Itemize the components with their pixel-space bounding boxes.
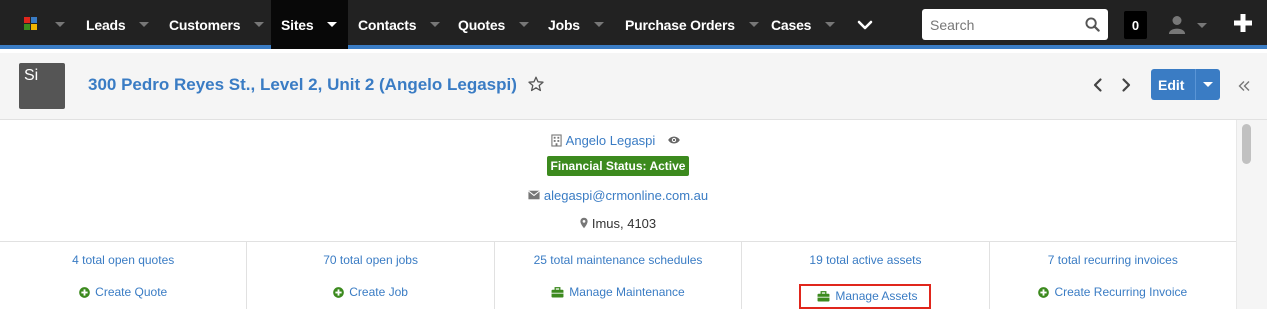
collapse-panel-double-chevron-icon[interactable] xyxy=(1238,80,1250,92)
nav-leads-label: Leads xyxy=(86,16,126,33)
nav-sites-label: Sites xyxy=(281,16,314,33)
nav-purchase-orders-label: Purchase Orders xyxy=(625,16,735,33)
customer-line: Angelo Legaspi xyxy=(0,131,1236,149)
search-box xyxy=(922,9,1108,40)
user-menu[interactable] xyxy=(1168,14,1210,36)
nav-quotes[interactable]: Quotes xyxy=(458,0,530,49)
scrollbar-thumb[interactable] xyxy=(1242,124,1251,164)
create-recurring-invoice-link[interactable]: Create Recurring Invoice xyxy=(990,285,1236,299)
stat-assets: 19 total active assets Manage Assets xyxy=(742,242,990,309)
site-avatar: Si xyxy=(19,63,65,109)
customer-link[interactable]: Angelo Legaspi xyxy=(566,133,656,148)
maintenance-schedules-link[interactable]: 25 total maintenance schedules xyxy=(495,253,741,267)
eye-icon[interactable] xyxy=(667,135,681,145)
nav-customers[interactable]: Customers xyxy=(169,0,265,49)
avatar-initials: Si xyxy=(24,67,39,84)
chevron-down-icon xyxy=(139,22,150,27)
nav-quotes-label: Quotes xyxy=(458,16,506,33)
manage-assets-link[interactable]: Manage Assets xyxy=(799,284,932,309)
nav-jobs-label: Jobs xyxy=(548,16,580,33)
email-link[interactable]: alegaspi@crmonline.com.au xyxy=(544,188,708,203)
star-favorite-icon[interactable] xyxy=(528,76,544,92)
chevron-down-icon xyxy=(519,22,530,27)
create-recurring-invoice-label: Create Recurring Invoice xyxy=(1054,285,1188,299)
chevron-down-icon xyxy=(593,22,604,27)
chevron-down-icon[interactable] xyxy=(1203,82,1213,87)
nav-cases[interactable]: Cases xyxy=(771,0,836,49)
create-quote-link[interactable]: Create Quote xyxy=(0,285,246,299)
financial-status-badge: Financial Status: Active xyxy=(546,156,690,176)
plus-circle-icon xyxy=(79,286,90,298)
location-text: Imus, 4103 xyxy=(591,215,657,231)
add-new-plus-icon[interactable] xyxy=(1233,13,1253,33)
stat-quotes: 4 total open quotes Create Quote xyxy=(0,242,248,309)
manage-assets-row: Manage Assets xyxy=(742,284,988,309)
building-icon xyxy=(551,133,562,147)
previous-record-chevron-left-icon[interactable] xyxy=(1091,77,1105,93)
stat-maintenance: 25 total maintenance schedules Manage Ma… xyxy=(495,242,743,309)
envelope-icon xyxy=(527,190,540,200)
location-line: Imus, 4103 xyxy=(0,214,1236,232)
chevron-down-icon xyxy=(55,22,65,27)
chevron-down-icon xyxy=(1197,23,1207,28)
manage-assets-label: Manage Assets xyxy=(835,289,918,303)
vertical-scrollbar[interactable] xyxy=(1236,120,1267,309)
chevron-down-icon xyxy=(825,22,836,27)
edit-button-divider xyxy=(1195,69,1196,100)
page-title[interactable]: 300 Pedro Reyes St., Level 2, Unit 2 (An… xyxy=(88,75,517,95)
nav-contacts-label: Contacts xyxy=(358,16,417,33)
email-line: alegaspi@crmonline.com.au xyxy=(0,186,1236,204)
manage-maintenance-label: Manage Maintenance xyxy=(569,285,685,299)
stat-jobs: 70 total open jobs Create Job xyxy=(247,242,495,309)
chevron-down-icon xyxy=(327,22,338,27)
nav-contacts[interactable]: Contacts xyxy=(358,0,441,49)
notification-count: 0 xyxy=(1131,17,1140,33)
briefcase-icon xyxy=(817,290,830,302)
search-input[interactable] xyxy=(922,9,1082,40)
stat-recurring-invoices: 7 total recurring invoices Create Recurr… xyxy=(990,242,1236,309)
summary-stats-row: 4 total open quotes Create Quote 70 tota… xyxy=(0,241,1236,309)
recurring-invoices-link[interactable]: 7 total recurring invoices xyxy=(990,253,1236,267)
user-icon xyxy=(1168,16,1186,34)
edit-button[interactable]: Edit xyxy=(1151,69,1220,100)
create-quote-label: Create Quote xyxy=(95,285,168,299)
more-menu-chevron-icon[interactable] xyxy=(857,17,873,33)
nav-sites[interactable]: Sites xyxy=(271,0,348,49)
nav-leads[interactable]: Leads xyxy=(86,0,150,49)
chevron-down-icon xyxy=(430,22,441,27)
app-menu[interactable] xyxy=(13,10,69,40)
financial-status-line: Financial Status: Active xyxy=(0,155,1236,177)
open-quotes-link[interactable]: 4 total open quotes xyxy=(0,253,246,267)
app-logo-icon xyxy=(24,17,38,31)
create-job-link[interactable]: Create Job xyxy=(247,285,493,299)
nav-purchase-orders[interactable]: Purchase Orders xyxy=(625,0,759,49)
nav-customers-label: Customers xyxy=(169,16,241,33)
open-jobs-link[interactable]: 70 total open jobs xyxy=(247,253,493,267)
briefcase-icon xyxy=(551,286,564,298)
map-marker-icon xyxy=(580,217,588,229)
edit-button-label: Edit xyxy=(1158,76,1185,93)
nav-cases-label: Cases xyxy=(771,16,812,33)
notification-badge[interactable]: 0 xyxy=(1124,11,1147,39)
next-record-chevron-right-icon[interactable] xyxy=(1119,77,1133,93)
active-assets-link[interactable]: 19 total active assets xyxy=(742,253,988,267)
manage-maintenance-link[interactable]: Manage Maintenance xyxy=(495,285,741,299)
page-header: Si 300 Pedro Reyes St., Level 2, Unit 2 … xyxy=(0,53,1267,120)
chevron-down-icon xyxy=(748,22,759,27)
plus-circle-icon xyxy=(333,286,345,298)
search-icon[interactable] xyxy=(1085,17,1100,32)
plus-circle-icon xyxy=(1038,286,1050,298)
chevron-down-icon xyxy=(254,22,265,27)
nav-jobs[interactable]: Jobs xyxy=(548,0,604,49)
create-job-label: Create Job xyxy=(349,285,408,299)
top-navbar: Leads Customers Sites Contacts Quotes Jo… xyxy=(0,0,1267,49)
